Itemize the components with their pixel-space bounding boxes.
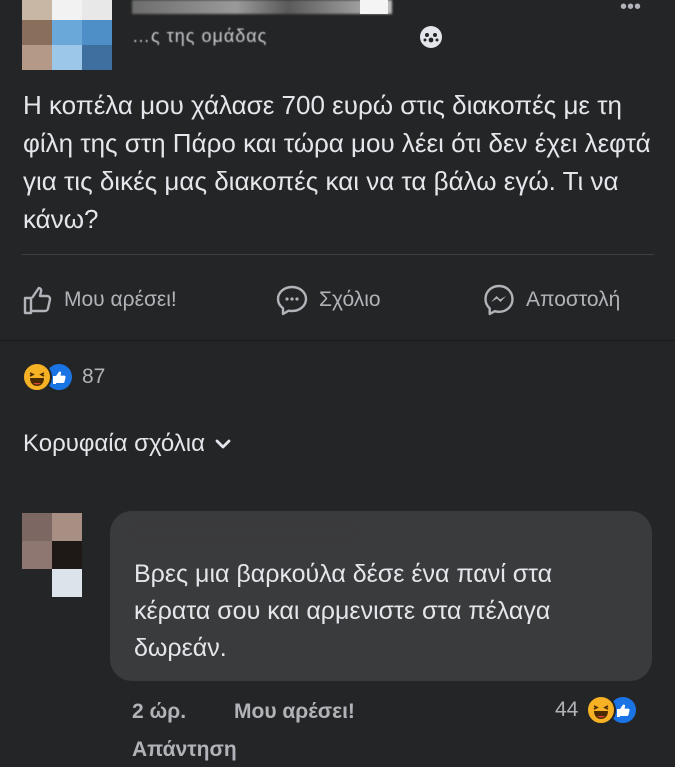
comment-timestamp[interactable]: 2 ώρ.: [132, 700, 186, 724]
comments-filter-dropdown[interactable]: Κορυφαία σχόλια: [23, 430, 231, 458]
send-label: Αποστολή: [526, 288, 621, 311]
section-separator: [0, 340, 675, 341]
reactions-summary[interactable]: 87: [22, 362, 105, 392]
comment-reactions[interactable]: 44: [555, 694, 639, 726]
comment-icon: [276, 285, 308, 316]
chevron-down-icon: [215, 439, 231, 449]
messenger-icon: [484, 284, 514, 316]
thumbs-up-icon: [23, 286, 52, 315]
divider: [22, 254, 654, 255]
haha-icon: [22, 362, 52, 392]
like-label: Μου αρέσει!: [64, 288, 177, 311]
post-header: …ς της ομάδας •••: [0, 0, 675, 70]
commenter-avatar[interactable]: [22, 513, 82, 597]
blurred-author-name[interactable]: [132, 0, 392, 14]
facebook-post-screen: …ς της ομάδας ••• Η κοπέλα μου χάλασε 70…: [0, 0, 675, 767]
haha-icon: [586, 695, 617, 725]
send-button[interactable]: Αποστολή: [482, 280, 620, 320]
blurred-commenter-name[interactable]: [134, 525, 354, 541]
like-button[interactable]: Μου αρέσει!: [22, 280, 177, 320]
comment-label: Σχόλιο: [319, 288, 381, 311]
post-text: Η κοπέλα μου χάλασε 700 ευρώ στις διακοπ…: [23, 90, 651, 234]
group-name[interactable]: …ς της ομάδας: [132, 26, 267, 47]
comments-filter-label: Κορυφαία σχόλια: [23, 430, 206, 457]
profile-picture[interactable]: [22, 0, 112, 70]
comment-like-button[interactable]: Μου αρέσει!: [234, 700, 355, 724]
comment-bubble: Βρες μια βαρκούλα δέσε ένα πανί στα κέρα…: [110, 511, 652, 681]
group-privacy-icon: [420, 26, 442, 48]
reaction-count: 87: [82, 365, 106, 388]
comment-text: Βρες μια βαρκούλα δέσε ένα πανί στα κέρα…: [134, 560, 553, 662]
comment-reply-button[interactable]: Απάντηση: [132, 738, 237, 762]
post-actions: Μου αρέσει! Σχόλιο Αποστολή: [0, 280, 675, 320]
comment-button[interactable]: Σχόλιο: [275, 280, 381, 320]
comment-reaction-count: 44: [555, 698, 579, 721]
more-options-icon[interactable]: •••: [620, 0, 641, 19]
